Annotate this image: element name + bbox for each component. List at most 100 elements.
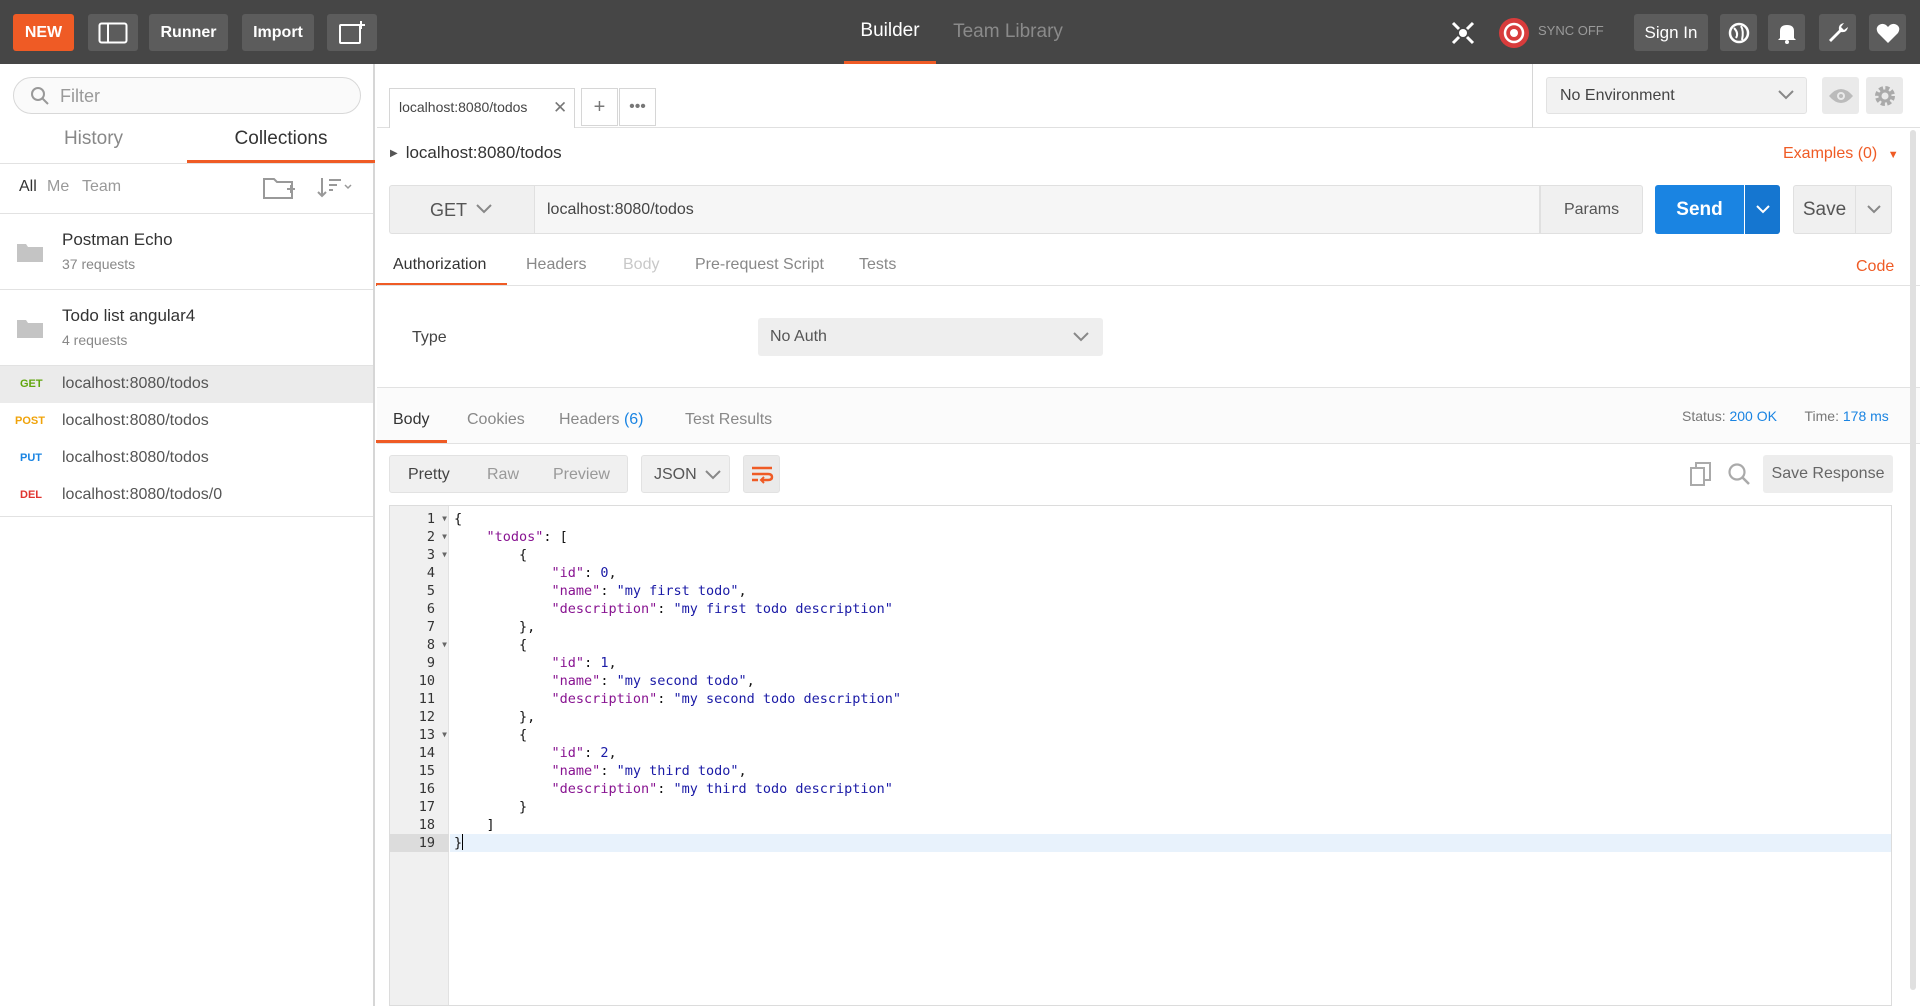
- request-url: localhost:8080/todos: [62, 375, 209, 392]
- url-input[interactable]: localhost:8080/todos: [534, 185, 1540, 234]
- code-line: {: [454, 637, 528, 653]
- eye-icon: [1828, 88, 1853, 103]
- new-tab-button[interactable]: +: [581, 88, 618, 126]
- request-item[interactable]: PUT localhost:8080/todos: [0, 440, 373, 477]
- send-options-button[interactable]: [1745, 185, 1780, 234]
- code-line: "description": "my third todo descriptio…: [551, 781, 893, 797]
- new-button[interactable]: NEW: [13, 14, 74, 51]
- save-options-button[interactable]: [1856, 185, 1892, 234]
- more-tabs-button[interactable]: •••: [619, 88, 656, 126]
- format-preview[interactable]: Preview: [553, 466, 610, 484]
- save-response-button[interactable]: Save Response: [1763, 455, 1893, 493]
- tab-history[interactable]: History: [0, 128, 187, 162]
- interceptor-button[interactable]: [1444, 14, 1481, 51]
- wrap-lines-icon: [751, 466, 773, 484]
- response-tab-test-results[interactable]: Test Results: [685, 411, 772, 429]
- collection-todo-list[interactable]: Todo list angular4 4 requests: [0, 290, 373, 366]
- fold-toggle-icon[interactable]: ▼: [442, 510, 447, 528]
- generate-code-link[interactable]: Code: [1856, 258, 1894, 276]
- sign-in-button[interactable]: Sign In: [1634, 14, 1708, 51]
- examples-label: Examples (0): [1783, 145, 1878, 162]
- notifications-button[interactable]: [1768, 14, 1805, 51]
- filter-input[interactable]: Filter: [13, 77, 361, 114]
- tab-tests[interactable]: Tests: [859, 256, 896, 274]
- collection-postman-echo[interactable]: Postman Echo 37 requests: [0, 214, 373, 290]
- copy-icon[interactable]: [1690, 462, 1712, 486]
- caret-right-icon: ▶: [390, 148, 398, 159]
- request-item[interactable]: GET localhost:8080/todos: [0, 366, 373, 403]
- method-badge: DEL: [20, 489, 42, 501]
- method-value: GET: [430, 200, 468, 220]
- collection-count: 37 requests: [62, 256, 136, 272]
- response-tab-body[interactable]: Body: [393, 411, 429, 429]
- sort-icon[interactable]: [316, 175, 354, 199]
- tab-pre-request-script[interactable]: Pre-request Script: [695, 256, 824, 274]
- filter-all[interactable]: All: [19, 178, 37, 196]
- language-select[interactable]: JSON: [641, 455, 730, 493]
- response-tab-headers[interactable]: Headers (6): [559, 411, 644, 429]
- wrap-lines-button[interactable]: [743, 455, 780, 493]
- examples-dropdown[interactable]: Examples (0) ▼: [1783, 145, 1899, 163]
- line-number: 5: [426, 583, 435, 599]
- fold-toggle-icon[interactable]: ▼: [442, 726, 447, 744]
- manage-environments-button[interactable]: [1866, 77, 1903, 114]
- environment-select[interactable]: No Environment: [1546, 77, 1807, 114]
- interceptor-globe-button[interactable]: [1720, 14, 1757, 51]
- toggle-sidebar-button[interactable]: [88, 14, 138, 51]
- code-line: {: [454, 547, 528, 563]
- filter-team[interactable]: Team: [82, 178, 121, 196]
- params-button[interactable]: Params: [1540, 185, 1643, 234]
- tab-team-library[interactable]: Team Library: [950, 0, 1066, 64]
- favorites-button[interactable]: [1869, 14, 1906, 51]
- filter-placeholder: Filter: [60, 86, 100, 106]
- request-tab[interactable]: localhost:8080/todos ✕: [389, 88, 575, 128]
- new-collection-icon[interactable]: [262, 175, 296, 201]
- fold-toggle-icon[interactable]: ▼: [442, 636, 447, 654]
- response-headers-label: Headers: [559, 411, 620, 428]
- collection-name: Postman Echo: [62, 230, 173, 249]
- method-select[interactable]: GET: [389, 185, 534, 234]
- save-button[interactable]: Save: [1793, 185, 1856, 234]
- filter-me[interactable]: Me: [47, 178, 69, 196]
- send-button[interactable]: Send: [1655, 185, 1744, 234]
- request-item[interactable]: POST localhost:8080/todos: [0, 403, 373, 440]
- new-window-button[interactable]: [327, 14, 377, 51]
- runner-button[interactable]: Runner: [149, 14, 228, 51]
- environment-quick-look-button[interactable]: [1822, 77, 1859, 114]
- search-icon[interactable]: [1727, 462, 1751, 486]
- bell-icon: [1777, 24, 1796, 44]
- sync-status-button[interactable]: [1495, 14, 1532, 51]
- new-window-icon: [339, 20, 365, 44]
- close-icon[interactable]: ✕: [553, 98, 567, 118]
- tab-authorization[interactable]: Authorization: [393, 256, 486, 274]
- format-pretty[interactable]: Pretty: [408, 466, 450, 484]
- response-tab-cookies[interactable]: Cookies: [467, 411, 525, 429]
- environment-bar: No Environment: [1532, 64, 1920, 128]
- chevron-down-icon: [1866, 205, 1881, 214]
- format-raw[interactable]: Raw: [487, 466, 519, 484]
- response-body-editor[interactable]: 1 ▼ {2 ▼ "todos": [3 ▼ {4 "id": 0, 5 "name": …: [389, 505, 1892, 1006]
- code-line: "todos": [: [486, 529, 568, 545]
- tab-collections[interactable]: Collections: [187, 128, 375, 162]
- import-button[interactable]: Import: [242, 14, 314, 51]
- settings-button[interactable]: [1819, 14, 1856, 51]
- request-url: localhost:8080/todos/0: [62, 486, 223, 503]
- request-breadcrumb[interactable]: ▶ localhost:8080/todos: [390, 143, 562, 163]
- tab-headers[interactable]: Headers: [526, 256, 586, 274]
- method-badge: POST: [15, 415, 45, 427]
- method-badge: GET: [20, 378, 43, 390]
- search-icon: [31, 87, 49, 105]
- line-number: 1 ▼: [426, 510, 447, 528]
- environment-value: No Environment: [1560, 87, 1675, 104]
- scrollbar-thumb[interactable]: [1910, 130, 1916, 990]
- main-scrollbar[interactable]: [1908, 130, 1918, 1000]
- code-line: "id": 2,: [551, 745, 617, 761]
- fold-toggle-icon[interactable]: ▼: [442, 546, 447, 564]
- tab-builder[interactable]: Builder: [844, 0, 936, 64]
- fold-toggle-icon[interactable]: ▼: [442, 528, 447, 546]
- request-item[interactable]: DEL localhost:8080/todos/0: [0, 477, 373, 514]
- tab-body[interactable]: Body: [623, 256, 659, 274]
- auth-type-select[interactable]: No Auth: [758, 318, 1103, 356]
- gear-icon: [1874, 85, 1895, 106]
- line-number: 6: [426, 601, 435, 617]
